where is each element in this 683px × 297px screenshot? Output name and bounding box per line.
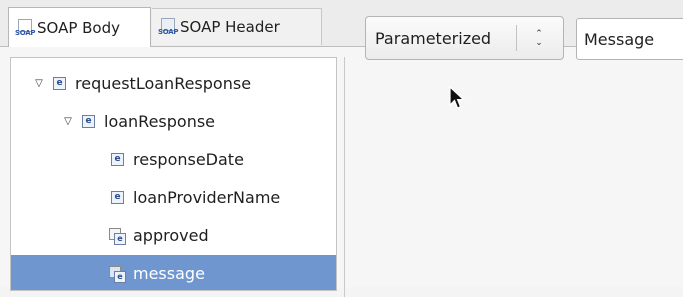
tree-node[interactable]: ▽ e loanResponse (11, 103, 336, 140)
tree-node-label: approved (133, 226, 209, 245)
tree-node[interactable]: e loanProviderName (11, 179, 336, 216)
soap-body-icon: SOAP (15, 18, 35, 37)
value-field[interactable]: Message (576, 18, 683, 60)
message-tree[interactable]: ▽ e requestLoanResponse ▽ e loanResponse… (10, 57, 337, 291)
tree-node-label: responseDate (133, 150, 244, 169)
soap-body-editor: ▽ e requestLoanResponse ▽ e loanResponse… (0, 47, 683, 297)
tree-node-selected[interactable]: e message (11, 255, 336, 290)
tree-node-label: loanResponse (104, 112, 216, 131)
mode-select[interactable]: Parameterized ⌃ ⌄ (365, 16, 564, 60)
value-field-text: Message (584, 29, 655, 49)
element-icon: e (82, 115, 95, 128)
tree-node[interactable]: e approved (11, 217, 336, 254)
soap-header-icon: SOAP (158, 18, 178, 36)
tree-node[interactable]: ▽ e requestLoanResponse (11, 65, 336, 102)
element-icon: e (111, 153, 124, 166)
attribute-icon: e (109, 227, 126, 245)
tree-node[interactable]: e responseDate (11, 141, 336, 178)
expand-toggle-icon[interactable]: ▽ (33, 78, 45, 90)
tab-label: SOAP Body (37, 18, 121, 37)
tree-node-label: message (133, 264, 205, 283)
tab-soap-header[interactable]: SOAP SOAP Header (152, 8, 322, 45)
tab-label: SOAP Header (180, 18, 280, 36)
element-icon: e (111, 191, 124, 204)
tree-node-label: loanProviderName (133, 188, 281, 207)
element-icon: e (53, 77, 66, 90)
mode-select-value: Parameterized (375, 28, 492, 48)
mouse-pointer-icon (449, 86, 465, 109)
updown-arrows-icon: ⌃ ⌄ (535, 29, 543, 48)
expand-toggle-icon[interactable]: ▽ (62, 116, 74, 128)
tree-node-label: requestLoanResponse (75, 74, 252, 93)
pane-divider[interactable] (344, 57, 345, 297)
tab-soap-body[interactable]: SOAP SOAP Body (8, 7, 151, 47)
attribute-icon: e (109, 265, 126, 283)
